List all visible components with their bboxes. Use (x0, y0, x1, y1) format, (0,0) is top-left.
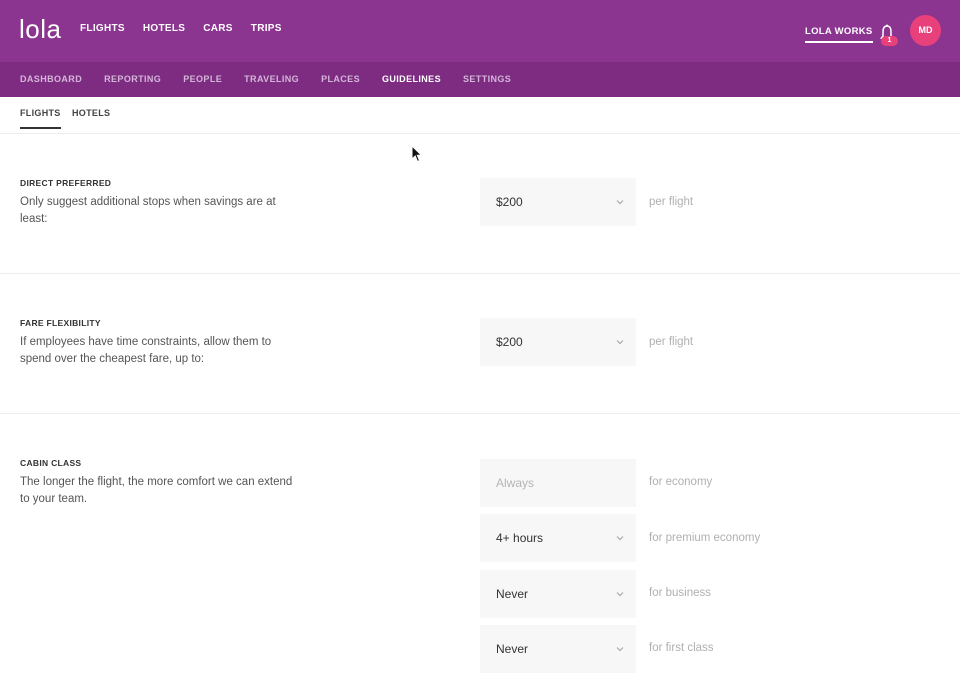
first-class-select[interactable]: Never (480, 625, 636, 673)
logo[interactable]: lola (19, 14, 61, 45)
description-line: Only suggest additional stops when savin… (20, 196, 276, 208)
chevron-down-icon (616, 647, 624, 652)
description-line: least: (20, 213, 48, 225)
select-suffix: for economy (649, 476, 713, 488)
guideline-tabs: FLIGHTS HOTELS (0, 97, 960, 134)
description-line: to your team. (20, 493, 88, 505)
description-line: spend over the cheapest fare, up to: (20, 353, 205, 365)
section-cabin-class: CABIN CLASS The longer the flight, the m… (0, 414, 960, 685)
select-value: 4+ hours (496, 531, 544, 545)
business-select[interactable]: Never (480, 570, 636, 618)
subnav-dashboard[interactable]: DASHBOARD (20, 74, 82, 84)
economy-select: Always (480, 459, 636, 507)
chevron-down-icon (616, 340, 624, 345)
section-description: If employees have time constraints, allo… (20, 334, 320, 368)
chevron-down-icon (616, 536, 624, 541)
select-suffix: for premium economy (649, 532, 761, 544)
section-description: The longer the flight, the more comfort … (20, 474, 320, 508)
notification-badge: 1 (881, 36, 898, 46)
section-direct-preferred: DIRECT PREFERRED Only suggest additional… (0, 134, 960, 274)
main-nav: FLIGHTS HOTELS CARS TRIPS (80, 23, 300, 34)
nav-cars[interactable]: CARS (203, 23, 233, 34)
avatar[interactable]: MD (910, 15, 941, 46)
section-title: DIRECT PREFERRED (20, 178, 112, 188)
subnav-traveling[interactable]: TRAVELING (244, 74, 299, 84)
select-value: Never (496, 642, 529, 656)
select-value: Always (496, 476, 535, 490)
sub-header: DASHBOARD REPORTING PEOPLE TRAVELING PLA… (0, 62, 960, 97)
mouse-cursor-icon (411, 145, 423, 163)
section-title: FARE FLEXIBILITY (20, 318, 101, 328)
select-value: Never (496, 587, 529, 601)
sub-nav: DASHBOARD REPORTING PEOPLE TRAVELING PLA… (20, 74, 533, 84)
description-line: If employees have time constraints, allo… (20, 336, 272, 348)
tab-hotels[interactable]: HOTELS (72, 108, 110, 127)
select-value: $200 (496, 195, 523, 209)
select-suffix: for business (649, 587, 712, 599)
subnav-settings[interactable]: SETTINGS (463, 74, 511, 84)
select-suffix: per flight (649, 336, 694, 348)
direct-savings-select[interactable]: $200 (480, 178, 636, 226)
select-suffix: per flight (649, 196, 694, 208)
nav-trips[interactable]: TRIPS (251, 23, 282, 34)
nav-flights[interactable]: FLIGHTS (80, 23, 125, 34)
description-line: The longer the flight, the more comfort … (20, 476, 293, 488)
section-fare-flexibility: FARE FLEXIBILITY If employees have time … (0, 274, 960, 414)
nav-hotels[interactable]: HOTELS (143, 23, 185, 34)
subnav-places[interactable]: PLACES (321, 74, 360, 84)
chevron-down-icon (616, 200, 624, 205)
section-description: Only suggest additional stops when savin… (20, 194, 320, 228)
tab-flights[interactable]: FLIGHTS (20, 108, 61, 129)
top-header: lola FLIGHTS HOTELS CARS TRIPS LOLA WORK… (0, 0, 960, 62)
section-title: CABIN CLASS (20, 458, 82, 468)
fare-flex-select[interactable]: $200 (480, 318, 636, 366)
chevron-down-icon (616, 592, 624, 597)
premium-economy-select[interactable]: 4+ hours (480, 514, 636, 562)
select-value: $200 (496, 335, 523, 349)
subnav-reporting[interactable]: REPORTING (104, 74, 161, 84)
subnav-people[interactable]: PEOPLE (183, 74, 222, 84)
company-switcher[interactable]: LOLA WORKS (805, 26, 873, 43)
select-suffix: for first class (649, 642, 714, 654)
subnav-guidelines[interactable]: GUIDELINES (382, 74, 441, 84)
